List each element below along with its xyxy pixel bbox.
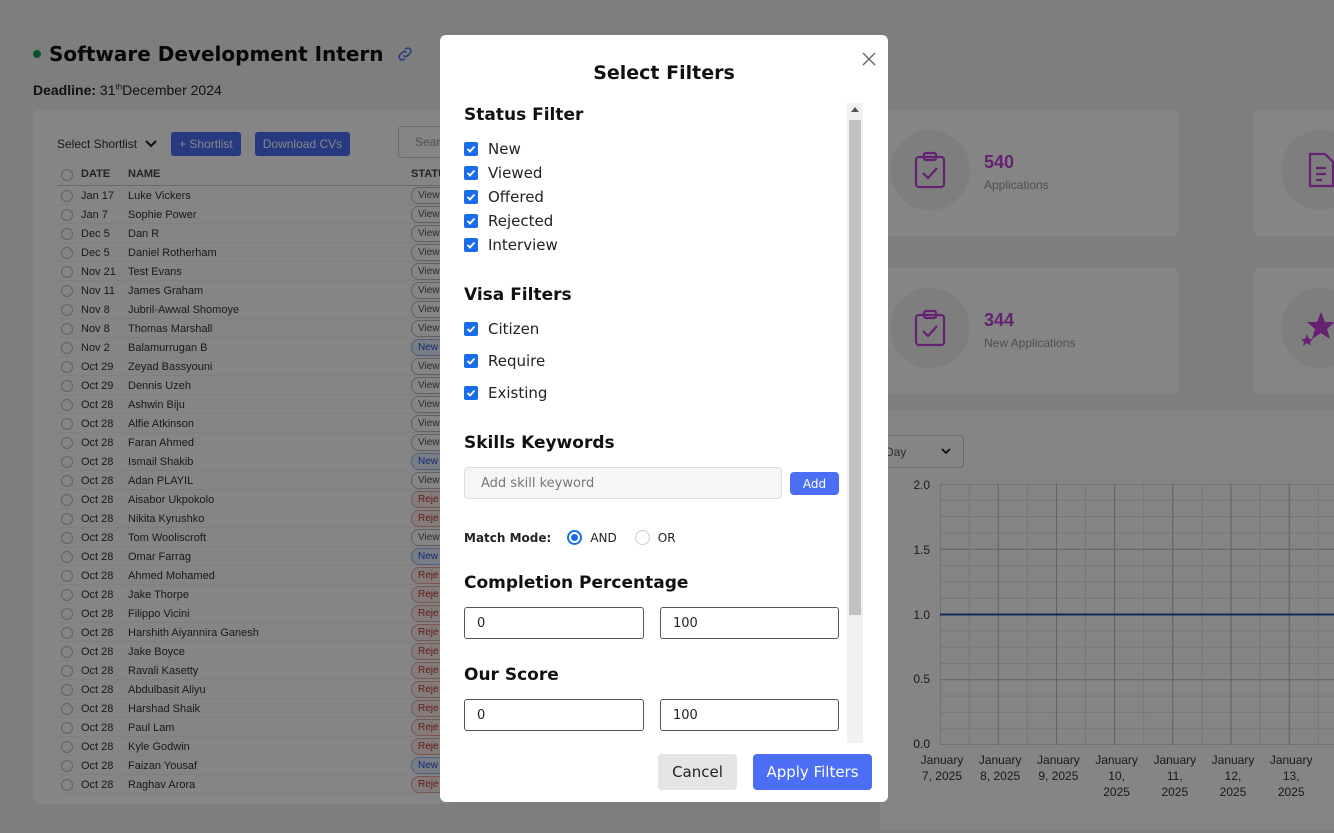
filter-option-viewed[interactable]: Viewed bbox=[464, 164, 542, 182]
checkbox-checked-icon[interactable] bbox=[464, 142, 478, 156]
checkbox-checked-icon[interactable] bbox=[464, 238, 478, 252]
filter-option-label: Citizen bbox=[488, 320, 540, 338]
match-mode-or[interactable]: OR bbox=[634, 530, 676, 545]
filter-option-label: Rejected bbox=[488, 212, 554, 230]
apply-filters-button[interactable]: Apply Filters bbox=[753, 754, 872, 790]
filter-option-label: Offered bbox=[488, 188, 544, 206]
filter-option-existing[interactable]: Existing bbox=[464, 384, 547, 402]
completion-max-input[interactable] bbox=[660, 607, 839, 639]
filter-option-rejected[interactable]: Rejected bbox=[464, 212, 553, 230]
filter-option-new[interactable]: New bbox=[464, 140, 521, 158]
checkbox-checked-icon[interactable] bbox=[464, 386, 478, 400]
filter-option-require[interactable]: Require bbox=[464, 352, 545, 370]
checkbox-checked-icon[interactable] bbox=[464, 214, 478, 228]
close-icon[interactable] bbox=[861, 51, 877, 67]
completion-percentage-title: Completion Percentage bbox=[464, 573, 689, 593]
checkbox-checked-icon[interactable] bbox=[464, 322, 478, 336]
filter-option-offered[interactable]: Offered bbox=[464, 188, 544, 206]
add-skill-button[interactable]: Add bbox=[790, 472, 839, 495]
scroll-thumb[interactable] bbox=[849, 120, 861, 615]
visa-filters-title: Visa Filters bbox=[464, 285, 572, 305]
status-filter-title: Status Filter bbox=[464, 105, 584, 125]
checkbox-checked-icon[interactable] bbox=[464, 354, 478, 368]
modal-scrollbar[interactable] bbox=[847, 103, 863, 743]
filter-option-label: Viewed bbox=[488, 164, 543, 182]
match-mode: Match Mode: AND OR bbox=[464, 530, 694, 545]
checkbox-checked-icon[interactable] bbox=[464, 166, 478, 180]
modal-title: Select Filters bbox=[593, 62, 735, 84]
filter-option-label: Require bbox=[488, 352, 546, 370]
radio-or[interactable] bbox=[634, 530, 650, 545]
skill-keyword-input[interactable] bbox=[464, 467, 782, 499]
score-min-input[interactable] bbox=[464, 699, 644, 731]
completion-min-input[interactable] bbox=[464, 607, 644, 639]
radio-and[interactable] bbox=[567, 530, 583, 545]
filter-option-label: New bbox=[488, 140, 521, 158]
select-filters-modal: Select Filters Status Filter New Viewed Of… bbox=[440, 35, 888, 802]
filter-option-label: Interview bbox=[488, 236, 558, 254]
filter-option-label: Existing bbox=[488, 384, 548, 402]
filter-option-citizen[interactable]: Citizen bbox=[464, 320, 539, 338]
checkbox-checked-icon[interactable] bbox=[464, 190, 478, 204]
score-max-input[interactable] bbox=[660, 699, 839, 731]
match-mode-and-label: AND bbox=[590, 530, 617, 545]
match-mode-and[interactable]: AND bbox=[567, 530, 617, 545]
match-mode-label: Match Mode: bbox=[464, 530, 552, 545]
cancel-button[interactable]: Cancel bbox=[658, 754, 737, 790]
skills-keywords-title: Skills Keywords bbox=[464, 433, 615, 453]
our-score-title: Our Score bbox=[464, 665, 559, 685]
filter-option-interview[interactable]: Interview bbox=[464, 236, 558, 254]
scroll-up-arrow-icon[interactable] bbox=[851, 107, 859, 112]
match-mode-or-label: OR bbox=[657, 530, 676, 545]
modal-body: Status Filter New Viewed Offered Rejected In… bbox=[464, 103, 844, 743]
